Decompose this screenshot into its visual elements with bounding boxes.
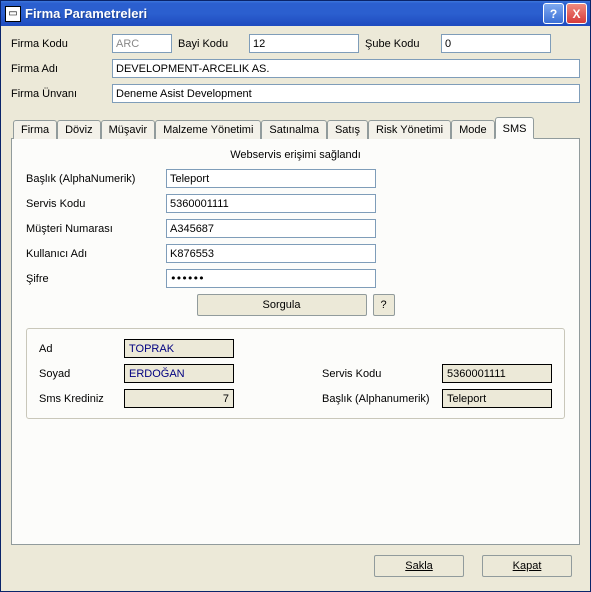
footer-buttons: Sakla Kapat [11,545,580,581]
label-result-ad: Ad [39,343,124,355]
label-firma-unvani: Firma Ünvanı [11,88,106,100]
label-sube-kodu: Şube Kodu [365,38,435,50]
sms-status-text: Webservis erişimi sağlandı [26,149,565,161]
sakla-button[interactable]: Sakla [374,555,464,577]
tab-musavir[interactable]: Müşavir [101,120,156,139]
tabstrip: Firma Döviz Müşavir Malzeme Yönetimi Sat… [11,117,580,138]
sms-musteri-no-input[interactable] [166,219,376,238]
label-result-servis-kodu: Servis Kodu [322,368,442,380]
label-sms-kullanici: Kullanıcı Adı [26,248,166,260]
tab-doviz[interactable]: Döviz [57,120,101,139]
client-area: Firma Kodu Bayi Kodu Şube Kodu Firma Adı… [1,26,590,591]
tab-mode[interactable]: Mode [451,120,495,139]
result-servis-kodu-value: 5360001111 [442,364,552,383]
close-button[interactable]: X [566,3,587,24]
result-smskredi-value: 7 [124,389,234,408]
label-result-smskredi: Sms Krediniz [39,393,124,405]
tab-satis[interactable]: Satış [327,120,368,139]
kapat-button[interactable]: Kapat [482,555,572,577]
tab-panel-sms: Webservis erişimi sağlandı Başlık (Alpha… [11,138,580,545]
firma-adi-input[interactable] [112,59,580,78]
tab-malzeme[interactable]: Malzeme Yönetimi [155,120,261,139]
sms-help-button[interactable]: ? [373,294,395,316]
result-ad-value: TOPRAK [124,339,234,358]
tab-risk[interactable]: Risk Yönetimi [368,120,451,139]
sms-servis-kodu-input[interactable] [166,194,376,213]
label-result-baslik: Başlık (Alphanumerik) [322,393,442,405]
label-result-soyad: Soyad [39,368,124,380]
label-firma-adi: Firma Adı [11,63,106,75]
label-bayi-kodu: Bayi Kodu [178,38,243,50]
label-sms-baslik: Başlık (AlphaNumerik) [26,173,166,185]
help-button[interactable]: ? [543,3,564,24]
firma-unvani-input[interactable] [112,84,580,103]
firma-kodu-input [112,34,172,53]
titlebar: ▭ Firma Parametreleri ? X [1,1,590,26]
label-sms-servis-kodu: Servis Kodu [26,198,166,210]
label-firma-kodu: Firma Kodu [11,38,106,50]
bayi-kodu-input[interactable] [249,34,359,53]
tab-sms[interactable]: SMS [495,117,535,139]
sms-sifre-input[interactable] [166,269,376,288]
tab-satinalma[interactable]: Satınalma [261,120,327,139]
sorgula-button[interactable]: Sorgula [197,294,367,316]
app-icon: ▭ [5,6,21,22]
label-sms-musteri-no: Müşteri Numarası [26,223,166,235]
sube-kodu-input[interactable] [441,34,551,53]
tab-control: Firma Döviz Müşavir Malzeme Yönetimi Sat… [11,117,580,545]
window: ▭ Firma Parametreleri ? X Firma Kodu Bay… [0,0,591,592]
result-baslik-value: Teleport [442,389,552,408]
window-title: Firma Parametreleri [25,6,543,21]
sms-kullanici-input[interactable] [166,244,376,263]
sms-baslik-input[interactable] [166,169,376,188]
tab-firma[interactable]: Firma [13,120,57,139]
sms-result-group: Ad TOPRAK Soyad ERDOĞAN Servis Kodu 5360… [26,328,565,419]
label-sms-sifre: Şifre [26,273,166,285]
result-soyad-value: ERDOĞAN [124,364,234,383]
